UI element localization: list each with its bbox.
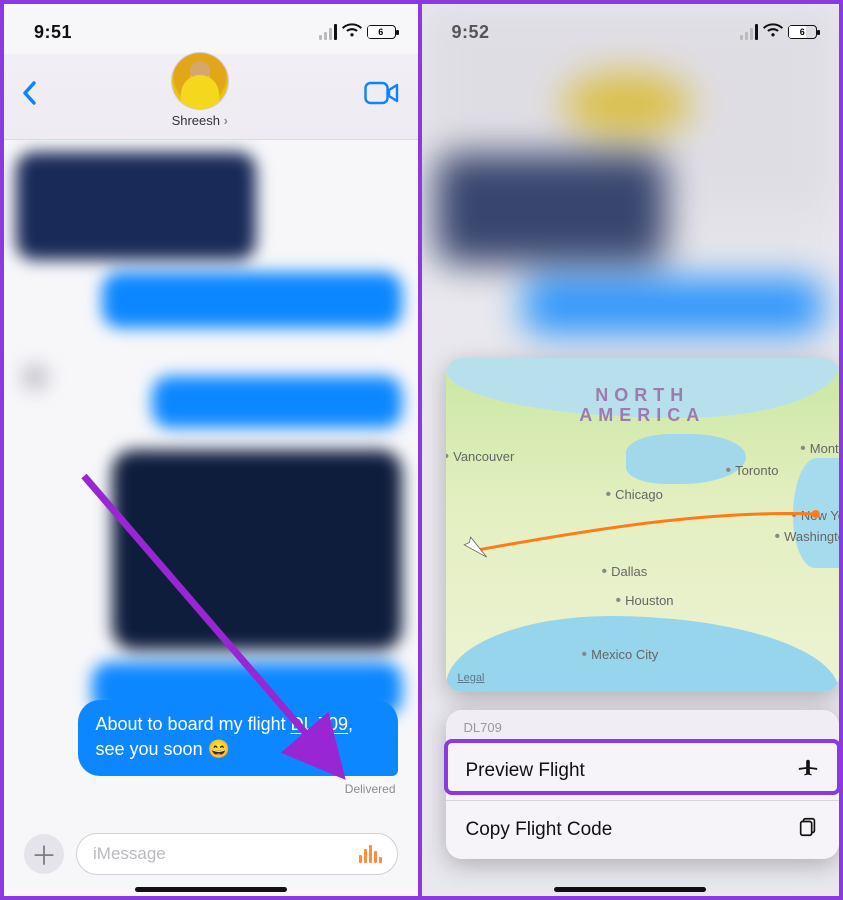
screen-messages-conversation: 9:51 6 Shreesh [4,4,422,896]
back-button[interactable] [22,73,36,113]
status-icons: 6 [319,22,396,42]
battery-indicator: 6 [788,25,817,39]
delivered-status: Delivered [4,782,396,796]
copy-flight-code-item[interactable]: Copy Flight Code [446,800,840,859]
status-time: 9:51 [34,22,72,43]
facetime-button[interactable] [364,80,400,106]
battery-indicator: 6 [367,25,396,39]
wifi-icon [342,22,362,42]
copy-flight-code-label: Copy Flight Code [466,819,613,841]
contact-name: Shreesh [172,113,228,128]
context-menu-header: DL709 [446,710,840,741]
status-time: 9:52 [452,22,490,43]
composer-bar: ＋ iMessage [4,826,418,882]
map-legal-link[interactable]: Legal [458,672,485,684]
cell-signal-icon [740,24,758,40]
preview-flight-item[interactable]: Preview Flight [446,741,840,800]
preview-flight-label: Preview Flight [466,760,585,782]
copy-icon [797,816,819,844]
chat-area[interactable]: About to board my flight DL 709, see you… [4,140,418,808]
conversation-header: Shreesh [4,54,418,140]
plane-icon [462,534,492,569]
audio-wave-icon[interactable] [358,845,383,868]
status-bar: 9:51 6 [4,4,418,54]
screen-flight-context-menu: 9:52 6 NORTHAMERICA Vancouver Chicago To… [422,4,840,896]
flight-code-link[interactable]: DL 709 [291,714,348,734]
status-bar: 9:52 6 [422,4,840,54]
map-city-label: Montr [800,440,839,458]
contact-header[interactable]: Shreesh [172,53,228,128]
wifi-icon [763,22,783,42]
avatar [172,53,228,109]
map-city-label: Houston [616,592,674,610]
map-city-label: Vancouver [446,448,515,466]
cell-signal-icon [319,24,337,40]
airplane-icon [797,757,819,785]
map-city-label: Chicago [606,486,663,504]
flight-map-preview[interactable]: NORTHAMERICA Vancouver Chicago Toronto M… [446,358,840,692]
message-input-placeholder: iMessage [93,844,166,864]
home-indicator[interactable] [135,887,287,892]
home-indicator[interactable] [554,887,706,892]
flight-context-menu: DL709 Preview Flight Copy Flight Code [446,710,840,859]
outgoing-message[interactable]: About to board my flight DL 709, see you… [78,700,398,776]
message-text-prefix: About to board my flight [96,714,291,734]
plus-button[interactable]: ＋ [24,834,64,874]
message-input[interactable]: iMessage [76,833,398,875]
map-city-label: Dallas [602,563,648,581]
status-icons: 6 [740,22,817,42]
